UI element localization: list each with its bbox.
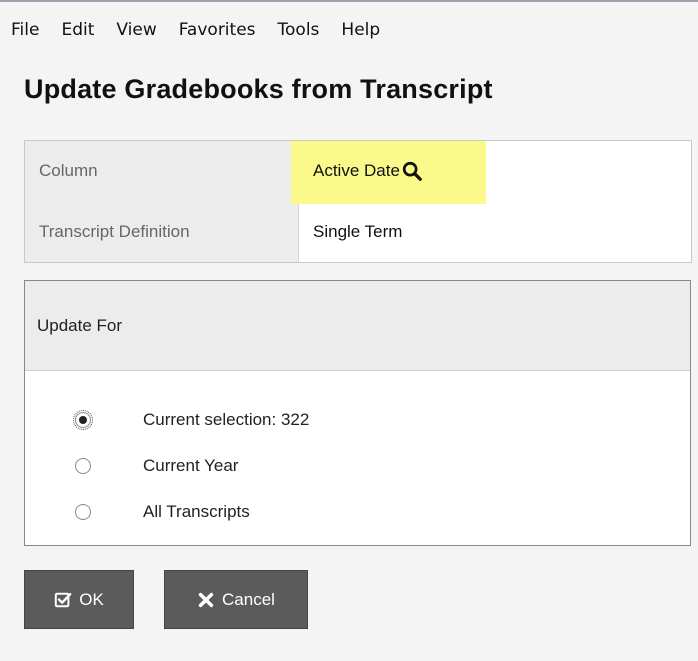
menu-tools[interactable]: Tools [267,18,331,42]
column-lookup[interactable]: Active Date [313,160,423,182]
update-for-options: Current selection: 322 Current Year All … [25,371,690,535]
ok-button[interactable]: OK [24,570,134,629]
option-current-year-label: Current Year [143,456,239,475]
search-icon[interactable] [401,160,423,182]
radio-current-selection[interactable] [73,410,93,430]
menu-file[interactable]: File [8,18,50,42]
property-row-column: Column Active Date [25,141,691,204]
transcript-definition-value-cell: Single Term [299,201,691,262]
update-for-header: Update For [25,281,690,371]
column-label: Column [25,141,299,201]
menu-bar: File Edit View Favorites Tools Help [8,18,391,42]
menu-view[interactable]: View [105,18,167,42]
dialog-page: File Edit View Favorites Tools Help Upda… [0,0,698,661]
option-all-transcripts[interactable]: All Transcripts [75,489,690,535]
check-square-icon [55,592,72,607]
option-all-transcripts-label: All Transcripts [143,502,250,521]
x-icon [198,592,214,607]
transcript-definition-label: Transcript Definition [25,201,299,262]
option-current-year[interactable]: Current Year [75,443,690,489]
property-row-transcript-definition: Transcript Definition Single Term [25,201,691,262]
cancel-button-label: Cancel [222,589,275,609]
menu-edit[interactable]: Edit [50,18,105,42]
properties-grid: Column Active Date Transcript Definition… [24,140,692,263]
menu-favorites[interactable]: Favorites [168,18,267,42]
update-for-panel: Update For Current selection: 322 Curren… [24,280,691,546]
column-value[interactable]: Active Date [313,161,400,181]
column-value-cell: Active Date [291,141,691,204]
menu-help[interactable]: Help [330,18,391,42]
page-title: Update Gradebooks from Transcript [24,74,493,104]
option-current-selection-label: Current selection: 322 [143,410,310,429]
radio-current-year[interactable] [75,458,91,474]
cancel-button[interactable]: Cancel [164,570,308,629]
transcript-definition-value: Single Term [313,221,403,241]
option-current-selection[interactable]: Current selection: 322 [73,397,690,443]
radio-all-transcripts[interactable] [75,504,91,520]
top-border [0,0,698,2]
ok-button-label: OK [79,589,104,609]
